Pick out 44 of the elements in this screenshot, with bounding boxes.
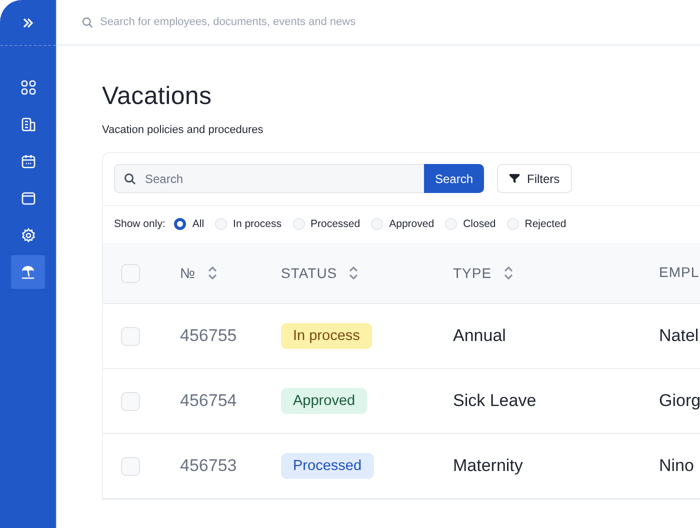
search-button[interactable]: Search (424, 164, 484, 193)
show-only-label: Show only: (114, 218, 166, 230)
filter-icon (509, 173, 520, 184)
search-field[interactable]: Search (114, 164, 424, 193)
filter-radio[interactable]: Closed (445, 218, 496, 230)
column-header[interactable]: TYPE (453, 265, 492, 281)
column-header[interactable]: № (180, 265, 196, 281)
row-checkbox[interactable] (121, 392, 140, 410)
grid-icon (20, 80, 36, 94)
table-cell: Giorg (659, 391, 700, 410)
column-header[interactable]: STATUS (281, 265, 338, 281)
double-chevron-icon (22, 16, 34, 28)
sort-icon[interactable] (349, 266, 358, 280)
page-subtitle: Vacation policies and procedures (102, 124, 264, 136)
column-header[interactable]: EMPL (659, 264, 700, 280)
sidebar-item[interactable] (11, 255, 45, 289)
select-all-checkbox[interactable] (121, 264, 140, 282)
search-icon (82, 16, 93, 28)
building-icon (20, 116, 36, 132)
status-badge: In process (281, 323, 372, 349)
status-badge: Approved (281, 388, 368, 414)
table-cell: Sick Leave (453, 391, 536, 411)
filter-radio[interactable]: Approved (371, 218, 434, 230)
table-cell: Nino (659, 456, 694, 475)
sort-icon[interactable] (504, 266, 513, 280)
table-cell: Maternity (453, 456, 523, 476)
filter-radio[interactable]: Rejected (506, 218, 566, 230)
calendar-icon (20, 154, 36, 168)
table-cell: 456755 (180, 326, 237, 346)
filter-radio[interactable]: All (174, 218, 204, 230)
filters-button[interactable]: Filters (497, 164, 572, 193)
sort-icon[interactable] (208, 266, 217, 280)
row-checkbox[interactable] (121, 326, 140, 346)
table-cell: 456754 (180, 391, 237, 411)
filter-radio[interactable]: In process (215, 218, 282, 230)
table-cell: Annual (453, 326, 506, 346)
settings-icon (20, 228, 36, 242)
row-checkbox[interactable] (121, 456, 140, 476)
status-badge: Processed (281, 453, 374, 479)
page-title: Vacations (102, 82, 213, 111)
table-cell: 456753 (180, 456, 237, 476)
filter-radio[interactable]: Processed (292, 218, 360, 230)
table-cell: Natel (659, 326, 699, 345)
search-icon (124, 173, 136, 185)
